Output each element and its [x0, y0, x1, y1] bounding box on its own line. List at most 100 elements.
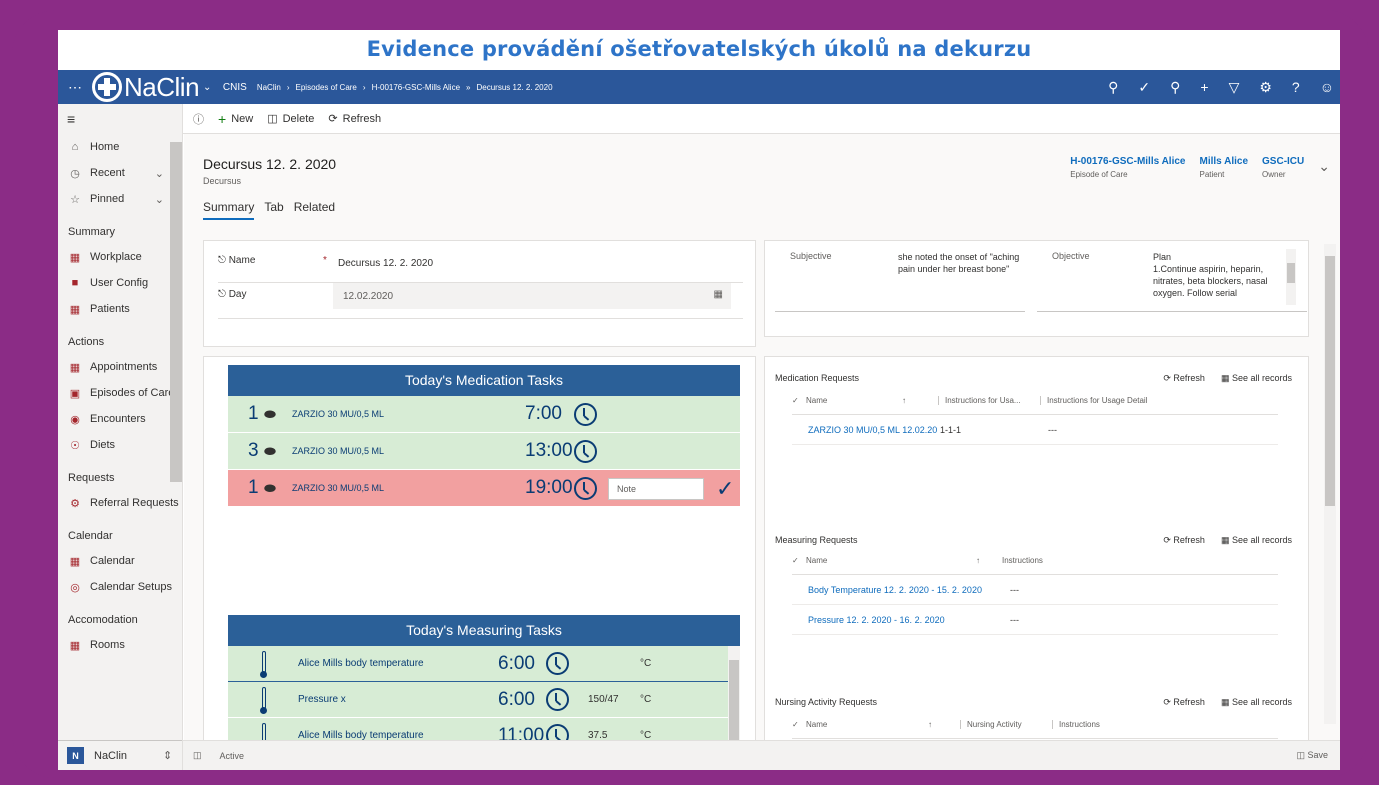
- calendar-icon[interactable]: ▦: [714, 289, 723, 300]
- row-name-link[interactable]: Body Temperature 12. 2. 2020 - 15. 2. 20…: [808, 585, 982, 595]
- area-name[interactable]: CNIS: [223, 82, 247, 93]
- header-field-patient[interactable]: Mills Alice Patient: [1199, 156, 1248, 179]
- new-button[interactable]: + New: [218, 111, 253, 127]
- column-header-name[interactable]: Name: [806, 396, 827, 405]
- user-icon[interactable]: ☺: [1320, 79, 1334, 95]
- tab-tab[interactable]: Tab: [264, 200, 283, 220]
- chevron-down-icon[interactable]: ⌄: [1318, 158, 1330, 175]
- sort-arrow-icon[interactable]: ↑: [902, 396, 906, 405]
- sort-arrow-icon[interactable]: ↑: [976, 556, 980, 565]
- medication-task-row[interactable]: 3 ⬬ ZARZIO 30 MU/0,5 ML 13:00: [228, 433, 740, 470]
- note-input[interactable]: Note: [608, 478, 704, 500]
- column-header-name[interactable]: Name: [806, 556, 827, 565]
- header-field-value[interactable]: GSC-ICU: [1262, 156, 1304, 167]
- see-all-records-button[interactable]: ▦ See all records: [1221, 373, 1292, 384]
- clock-icon[interactable]: [574, 403, 597, 426]
- chevron-down-icon[interactable]: ⌄: [155, 167, 164, 180]
- app-launcher-icon[interactable]: ⋯: [58, 79, 92, 96]
- settings-icon[interactable]: ⚙: [1259, 79, 1272, 96]
- select-all-checkbox[interactable]: ✓: [792, 396, 799, 405]
- header-field-episode[interactable]: H-00176-GSC-Mills Alice Episode of Care: [1070, 156, 1185, 179]
- breadcrumb-item[interactable]: H-00176-GSC-Mills Alice: [372, 83, 460, 92]
- measuring-task-row[interactable]: Alice Mills body temperature 6:00 °C: [228, 646, 740, 682]
- sidebar-item-patients[interactable]: ▦ Patients: [58, 296, 182, 322]
- tab-summary[interactable]: Summary: [203, 200, 255, 220]
- help-icon[interactable]: ?: [1292, 79, 1300, 95]
- column-header-name[interactable]: Name: [806, 720, 827, 729]
- sidebar-item-pinned[interactable]: ☆ Pinned ⌄: [58, 186, 182, 212]
- sidebar-item-encounters[interactable]: ◉ Encounters: [58, 406, 182, 432]
- clock-icon[interactable]: [574, 477, 597, 500]
- measured-value[interactable]: 37.5: [588, 730, 607, 740]
- area-switcher[interactable]: N NaClin ⇕: [58, 740, 182, 770]
- measured-value[interactable]: 150/47: [588, 694, 619, 705]
- refresh-button[interactable]: ⟳ Refresh: [1163, 697, 1205, 708]
- refresh-button[interactable]: ⟳ Refresh: [1163, 373, 1205, 384]
- task-icon[interactable]: ✓: [1138, 79, 1150, 96]
- see-all-records-button[interactable]: ▦ See all records: [1221, 697, 1292, 708]
- sidebar-item-recent[interactable]: ◷ Recent ⌄: [58, 160, 182, 186]
- header-field-owner[interactable]: GSC-ICU Owner: [1262, 156, 1304, 179]
- clock-icon[interactable]: [546, 724, 569, 740]
- row-name-link[interactable]: Pressure 12. 2. 2020 - 16. 2. 2020: [808, 615, 945, 625]
- sidebar-item-episodes-of-care[interactable]: ▣ Episodes of Care: [58, 380, 182, 406]
- day-input[interactable]: 12.02.2020 ▦: [333, 283, 731, 309]
- see-all-records-button[interactable]: ▦ See all records: [1221, 535, 1292, 546]
- checkmark-icon[interactable]: ✓: [716, 476, 734, 502]
- measuring-task-row[interactable]: Pressure x 6:00 150/47 °C: [228, 682, 740, 718]
- refresh-button[interactable]: ⟳ Refresh: [1163, 535, 1205, 546]
- measuring-task-row[interactable]: Alice Mills body temperature 11:00 37.5 …: [228, 718, 740, 740]
- breadcrumb-item[interactable]: Episodes of Care: [296, 83, 357, 92]
- breadcrumb-item[interactable]: NaClin: [257, 83, 281, 92]
- sidebar-item-rooms[interactable]: ▦ Rooms: [58, 632, 182, 658]
- clock-icon[interactable]: [546, 688, 569, 711]
- name-value[interactable]: Decursus 12. 2. 2020: [338, 258, 433, 269]
- medication-task-row[interactable]: 1 ⬬ ZARZIO 30 MU/0,5 ML 7:00: [228, 396, 740, 433]
- expand-icon[interactable]: ◫: [193, 750, 202, 761]
- tab-related[interactable]: Related: [294, 200, 335, 220]
- sidebar-item-user-config[interactable]: ■ User Config: [58, 270, 182, 296]
- sidebar-item-diets[interactable]: ☉ Diets: [58, 432, 182, 458]
- search-icon[interactable]: ⚲: [1108, 79, 1118, 96]
- save-button[interactable]: ◫ Save: [1296, 750, 1328, 761]
- sidebar-item-calendar[interactable]: ▦ Calendar: [58, 548, 182, 574]
- sort-arrow-icon[interactable]: ↑: [928, 720, 932, 729]
- refresh-button[interactable]: ⟳ Refresh: [328, 112, 381, 126]
- column-header[interactable]: Instructions: [1002, 556, 1043, 565]
- breadcrumb-item[interactable]: Decursus 12. 2. 2020: [476, 83, 552, 92]
- column-header[interactable]: Instructions for Usage Detail: [1040, 396, 1148, 405]
- sidebar-item-calendar-setups[interactable]: ◎ Calendar Setups: [58, 574, 182, 600]
- table-row[interactable]: Body Temperature 12. 2. 2020 - 15. 2. 20…: [792, 575, 1278, 605]
- medication-task-row[interactable]: 1 ⬬ ZARZIO 30 MU/0,5 ML 19:00 Note ✓: [228, 470, 740, 507]
- plan-value[interactable]: Plan 1.Continue aspirin, heparin, nitrat…: [1153, 251, 1283, 299]
- clock-icon[interactable]: [574, 440, 597, 463]
- hamburger-icon[interactable]: ≡: [58, 104, 182, 134]
- table-row[interactable]: Pressure 12. 2. 2020 - 16. 2. 2020 ---: [792, 605, 1278, 635]
- table-row[interactable]: ZARZIO 30 MU/0,5 ML 12.02.20 1-1-1 ---: [792, 415, 1278, 445]
- plus-icon[interactable]: +: [1200, 79, 1208, 95]
- header-field-value[interactable]: Mills Alice: [1199, 156, 1248, 167]
- measuring-scrollbar[interactable]: [728, 646, 740, 740]
- select-all-checkbox[interactable]: ✓: [792, 556, 799, 565]
- chevron-down-icon[interactable]: ⌄: [155, 193, 164, 206]
- lightbulb-icon[interactable]: ⚲: [1170, 79, 1180, 96]
- info-icon[interactable]: ⓘ: [193, 111, 204, 127]
- clock-icon[interactable]: [546, 652, 569, 675]
- column-header[interactable]: Instructions: [1052, 720, 1100, 729]
- delete-button[interactable]: ◫ Delete: [267, 112, 314, 126]
- form-scrollbar[interactable]: [1324, 244, 1336, 724]
- header-field-value[interactable]: H-00176-GSC-Mills Alice: [1070, 156, 1185, 167]
- chevron-down-icon[interactable]: ⌄: [203, 82, 211, 93]
- filter-icon[interactable]: ▽: [1229, 79, 1240, 96]
- sidebar-item-workplace[interactable]: ▦ Workplace: [58, 244, 182, 270]
- row-name-link[interactable]: ZARZIO 30 MU/0,5 ML 12.02.20: [808, 425, 937, 435]
- sidebar-item-home[interactable]: ⌂ Home: [58, 134, 182, 160]
- app-logo[interactable]: NaClin ⌄: [92, 72, 211, 103]
- sidebar-item-appointments[interactable]: ▦ Appointments: [58, 354, 182, 380]
- select-all-checkbox[interactable]: ✓: [792, 720, 799, 729]
- subjective-value[interactable]: she noted the onset of "aching pain unde…: [898, 251, 1028, 275]
- plan-scrollbar[interactable]: [1286, 249, 1296, 305]
- sidebar-scrollbar[interactable]: [170, 142, 182, 482]
- column-header[interactable]: Nursing Activity: [960, 720, 1022, 729]
- sidebar-item-referral-requests[interactable]: ⚙ Referral Requests: [58, 490, 182, 516]
